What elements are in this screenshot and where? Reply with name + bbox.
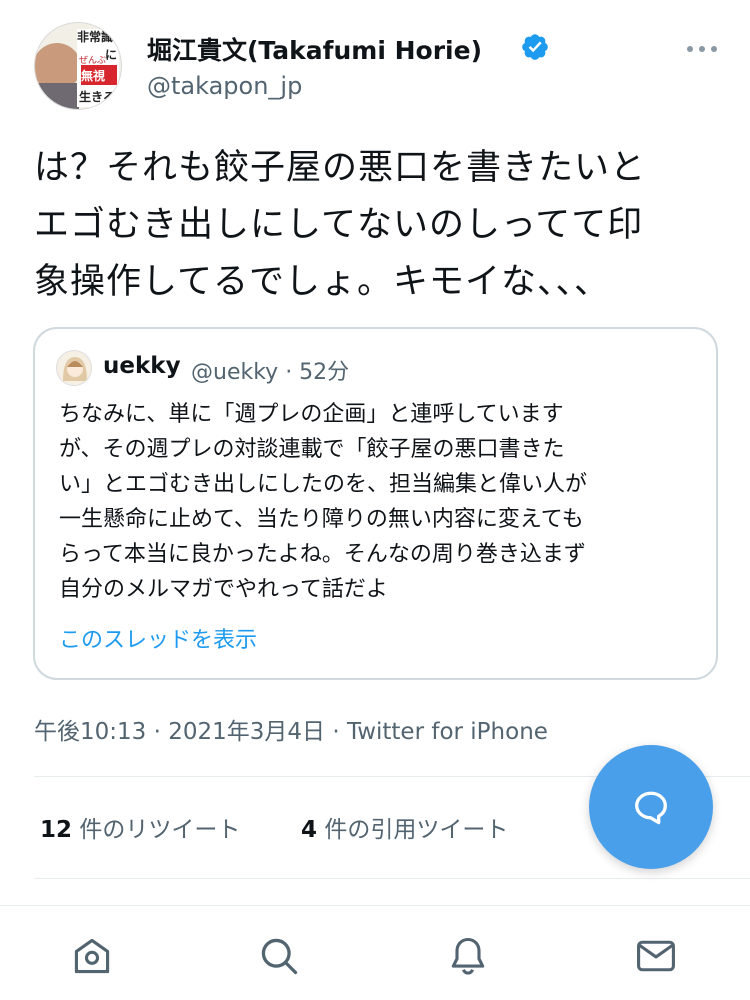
- quoted-text-line: 一生懸命に止めて、当たり障りの無い内容に変えても: [59, 507, 584, 532]
- quote-tweets-stat[interactable]: 4 件の引用ツイート: [301, 810, 508, 844]
- quoted-text-line: らって本当に良かったよね。そんなの周り巻き込まず: [59, 542, 586, 567]
- tweet-text-line: 象操作してるでしょ。キモイな、、、: [34, 262, 610, 302]
- quoted-author-avatar: [56, 350, 92, 386]
- tweet-text-line: は？それも餃子屋の悪口を書きたいと: [34, 148, 647, 188]
- tweet-timestamp[interactable]: 午後10:13 · 2021年3月4日 · Twitter for iPhone: [34, 712, 548, 746]
- quoted-text-line: い」とエゴむき出しにしたのを、担当編集と偉い人が: [59, 472, 588, 497]
- quoted-avatar-image: [57, 351, 91, 385]
- compose-reply-button[interactable]: [589, 745, 713, 869]
- more-dots-icon[interactable]: [685, 36, 719, 60]
- quote-tweets-count: 4: [301, 817, 318, 843]
- bottom-tab-bar: [0, 905, 750, 1000]
- home-icon: [74, 938, 110, 974]
- author-avatar[interactable]: 非常識 に ぜんぶ 無視 生きろ: [34, 22, 122, 110]
- tab-home[interactable]: [70, 934, 114, 978]
- tab-notifications[interactable]: [446, 934, 490, 978]
- reply-bubble-icon: [635, 791, 667, 825]
- envelope-icon: [637, 940, 675, 972]
- quoted-tweet-card[interactable]: uekky @uekky · 52分 ちなみに、単に「週プレの企画」と連呼してい…: [33, 327, 718, 680]
- tweet-header: 非常識 に ぜんぶ 無視 生きろ 堀江貴文(Takafumi Horie) @t…: [34, 22, 724, 112]
- tweet-text-line: エゴむき出しにしてないのしってて印: [34, 205, 644, 245]
- quote-tweets-label: 件の引用ツイート: [317, 817, 509, 843]
- retweets-count: 12: [40, 817, 73, 843]
- quoted-text-line: が、その週プレの対談連載で「餃子屋の悪口書きた: [59, 437, 565, 462]
- author-avatar-image: 非常識 に ぜんぶ 無視 生きろ: [35, 23, 121, 109]
- quoted-author-meta: @uekky · 52分: [191, 360, 350, 385]
- search-icon: [261, 938, 298, 975]
- bell-icon: [451, 937, 485, 975]
- quoted-text-line: ちなみに、単に「週プレの企画」と連呼しています: [59, 402, 564, 427]
- quoted-text-line: 自分のメルマガでやれって話だよ: [59, 577, 388, 602]
- avatar-book-text-4: 無視: [81, 68, 105, 83]
- author-handle[interactable]: @takapon_jp: [147, 72, 302, 100]
- retweets-stat[interactable]: 12 件のリツイート: [40, 810, 240, 844]
- show-thread-link[interactable]: このスレッドを表示: [59, 622, 257, 654]
- tab-search[interactable]: [257, 934, 301, 978]
- author-name[interactable]: 堀江貴文(Takafumi Horie): [147, 31, 482, 67]
- avatar-book-text-2: に: [105, 48, 117, 62]
- avatar-book-text-1: 非常識: [77, 29, 113, 44]
- tab-messages[interactable]: [634, 934, 678, 978]
- avatar-book-text-3: ぜんぶ: [79, 55, 106, 66]
- verified-badge-icon: [522, 34, 548, 60]
- tweet-text: は？それも餃子屋の悪口を書きたいと エゴむき出しにしてないのしってて印 象操作し…: [34, 140, 724, 311]
- quoted-author-name: uekky: [103, 353, 181, 379]
- retweets-label: 件のリツイート: [72, 817, 241, 843]
- avatar-book-text-5: 生きろ: [79, 89, 115, 104]
- divider: [34, 878, 750, 879]
- quoted-tweet-text: ちなみに、単に「週プレの企画」と連呼しています が、その週プレの対談連載で「餃子…: [59, 397, 699, 607]
